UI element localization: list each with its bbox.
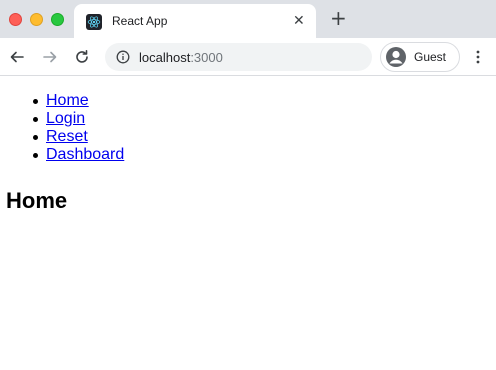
arrow-left-icon[interactable] xyxy=(9,49,25,65)
window-minimize-button[interactable] xyxy=(30,13,43,26)
list-item: Home xyxy=(33,92,496,110)
address-bar[interactable]: localhost:3000 xyxy=(105,43,372,71)
window-controls xyxy=(9,13,64,26)
tab-strip: React App ✕ + xyxy=(0,0,496,38)
guest-avatar-icon xyxy=(386,47,406,67)
list-item: Reset xyxy=(33,128,496,146)
nav-list: Home Login Reset Dashboard xyxy=(0,92,496,164)
url-port: :3000 xyxy=(190,50,223,65)
url-text[interactable]: localhost:3000 xyxy=(139,50,223,65)
nav-link-reset[interactable]: Reset xyxy=(46,128,88,145)
browser-toolbar: localhost:3000 Guest xyxy=(0,38,496,76)
new-tab-button[interactable]: + xyxy=(330,8,347,28)
window-zoom-button[interactable] xyxy=(51,13,64,26)
kebab-menu-icon[interactable] xyxy=(474,49,482,65)
bullet xyxy=(33,153,38,158)
bullet xyxy=(33,99,38,104)
arrow-right-icon[interactable] xyxy=(42,49,58,65)
nav-link-dashboard[interactable]: Dashboard xyxy=(46,146,124,163)
list-item: Dashboard xyxy=(33,146,496,164)
bullet xyxy=(33,135,38,140)
reload-icon[interactable] xyxy=(74,49,90,65)
nav-link-login[interactable]: Login xyxy=(46,110,85,127)
page-content: Home Login Reset Dashboard Home xyxy=(0,92,496,214)
info-icon[interactable] xyxy=(116,50,130,64)
profile-button[interactable]: Guest xyxy=(380,42,460,72)
window-close-button[interactable] xyxy=(9,13,22,26)
tab-title: React App xyxy=(112,14,168,28)
close-icon[interactable]: ✕ xyxy=(293,13,305,29)
react-logo-icon xyxy=(86,14,102,30)
list-item: Login xyxy=(33,110,496,128)
browser-tab[interactable]: React App ✕ xyxy=(74,4,316,38)
profile-label: Guest xyxy=(414,50,447,64)
bullet xyxy=(33,117,38,122)
nav-link-home[interactable]: Home xyxy=(46,92,89,109)
page-title: Home xyxy=(6,188,68,213)
url-host: localhost xyxy=(139,50,191,65)
